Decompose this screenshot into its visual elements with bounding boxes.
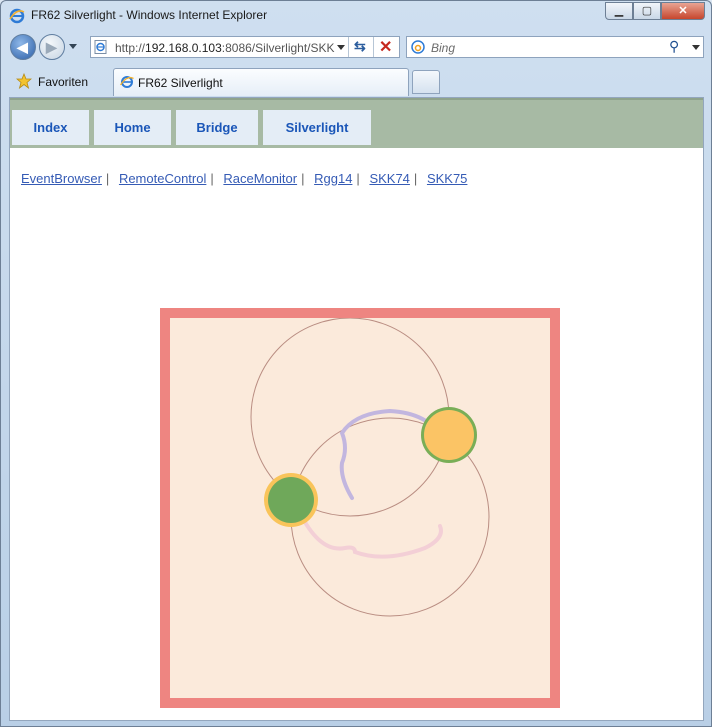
page-icon <box>94 40 107 54</box>
link-separator: | <box>210 171 214 186</box>
navigation-bar: ◀ ▶ http://192.168.0.103:8086/Silverligh… <box>1 31 711 65</box>
ie-logo-icon <box>9 8 25 24</box>
maximize-button[interactable]: ▢ <box>633 2 661 20</box>
favorites-label: Favoriten <box>38 75 89 89</box>
address-url[interactable]: http://192.168.0.103:8086/Silverlight/SK… <box>115 41 335 55</box>
refresh-icon[interactable]: ⇆ <box>354 38 366 55</box>
star-icon <box>16 73 32 89</box>
address-dropdown-icon[interactable] <box>337 45 345 50</box>
link-bar: EventBrowser | RemoteControl | RaceMonitor… <box>21 171 467 186</box>
menu-silverlight[interactable]: Silverlight <box>263 110 371 145</box>
divider <box>373 37 374 57</box>
menu-home[interactable]: Home <box>94 110 171 145</box>
close-button[interactable]: ✕ <box>661 2 705 20</box>
link-separator: | <box>413 171 418 186</box>
menu-bridge[interactable]: Bridge <box>176 110 258 145</box>
silverlight-frame <box>160 308 560 708</box>
link-eventbrowser[interactable]: EventBrowser <box>21 171 102 186</box>
title-bar: FR62 Silverlight - Windows Internet Expl… <box>1 1 711 31</box>
bing-logo-icon <box>411 40 425 54</box>
link-separator: | <box>356 171 360 186</box>
page-content: Index Home Bridge Silverlight EventBrows… <box>9 97 704 721</box>
new-tab-button[interactable] <box>412 70 440 94</box>
boat-marker-orange[interactable] <box>424 410 474 460</box>
link-separator: | <box>105 171 110 186</box>
silverlight-canvas[interactable] <box>170 318 550 698</box>
arrow-left-icon: ◀ <box>17 39 28 55</box>
address-bar[interactable]: http://192.168.0.103:8086/Silverlight/SK… <box>90 36 400 58</box>
track-trail-lower <box>298 511 443 559</box>
search-icon[interactable]: ⚲ <box>669 38 679 55</box>
link-rgg14[interactable]: Rgg14 <box>314 171 352 186</box>
link-racemonitor[interactable]: RaceMonitor <box>223 171 297 186</box>
race-visualization <box>250 318 490 617</box>
arrow-right-icon: ▶ <box>46 39 57 55</box>
ie-logo-icon <box>120 76 134 88</box>
search-placeholder[interactable]: Bing <box>431 41 455 55</box>
search-dropdown-icon[interactable] <box>692 45 700 50</box>
forward-button[interactable]: ▶ <box>39 34 65 60</box>
boat-marker-green[interactable] <box>268 477 314 523</box>
divider <box>348 37 349 57</box>
minimize-button[interactable]: ▁ <box>605 2 633 20</box>
link-skk74[interactable]: SKK74 <box>369 171 409 186</box>
tab-label: FR62 Silverlight <box>138 76 223 90</box>
tab-fr62-silverlight[interactable]: FR62 Silverlight <box>113 68 409 96</box>
browser-window: FR62 Silverlight - Windows Internet Expl… <box>0 0 712 727</box>
search-bar[interactable]: Bing ⚲ <box>406 36 704 58</box>
window-title: FR62 Silverlight - Windows Internet Expl… <box>31 8 268 22</box>
link-remotecontrol[interactable]: RemoteControl <box>119 171 206 186</box>
site-menu: Index Home Bridge Silverlight <box>10 98 703 148</box>
favorites-button[interactable]: Favoriten <box>10 68 110 94</box>
link-skk75[interactable]: SKK75 <box>427 171 467 186</box>
back-button[interactable]: ◀ <box>10 34 36 60</box>
tab-bar: Favoriten FR62 Silverlight <box>1 65 711 97</box>
link-separator: | <box>301 171 305 186</box>
menu-index[interactable]: Index <box>12 110 89 145</box>
stop-icon[interactable]: ✕ <box>379 37 392 57</box>
window-controls: ▁ ▢ ✕ <box>605 2 705 20</box>
history-dropdown-icon[interactable] <box>69 44 77 49</box>
